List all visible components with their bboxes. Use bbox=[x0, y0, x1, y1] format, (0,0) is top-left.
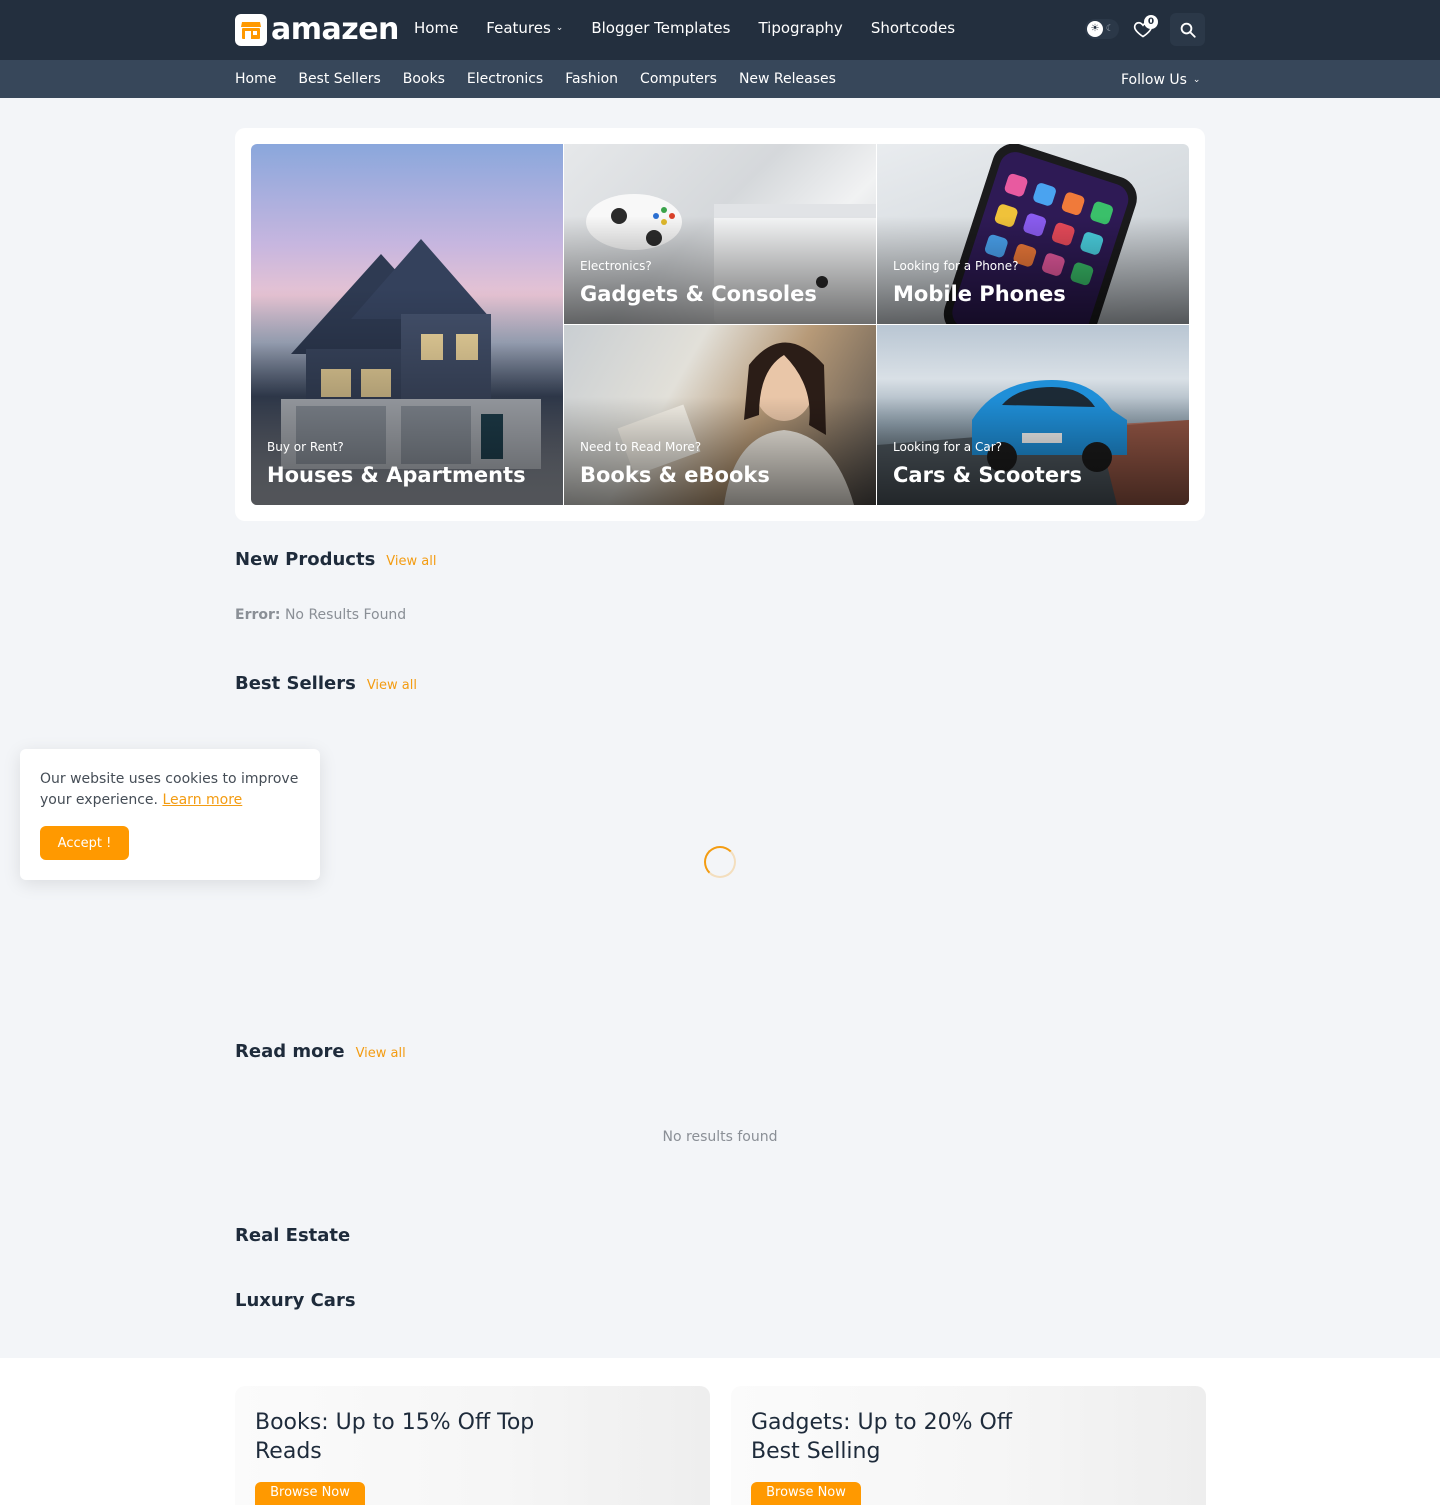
section-real-estate: Real Estate bbox=[235, 1224, 350, 1248]
store-icon bbox=[235, 14, 267, 46]
tile-title: Mobile Phones bbox=[893, 282, 1066, 306]
sub-nav-bar: Home Best Sellers Books Electronics Fash… bbox=[0, 60, 1440, 98]
nav-tipography-label: Tipography bbox=[758, 19, 843, 37]
section-title: Luxury Cars bbox=[235, 1290, 356, 1311]
tile-title: Houses & Apartments bbox=[267, 463, 526, 487]
subnav-best-sellers[interactable]: Best Sellers bbox=[298, 69, 380, 89]
section-title: Best Sellers bbox=[235, 673, 356, 694]
theme-toggle[interactable]: ☀ ☾ bbox=[1085, 19, 1119, 39]
subnav-fashion[interactable]: Fashion bbox=[565, 69, 618, 89]
nav-shortcodes-label: Shortcodes bbox=[870, 19, 956, 37]
promo-title: Gadgets: Up to 20% Off Best Selling bbox=[751, 1410, 1012, 1464]
chevron-down-icon: ⌄ bbox=[1192, 75, 1201, 85]
error-message: Error: No Results Found bbox=[235, 606, 406, 624]
tile-title: Books & eBooks bbox=[580, 463, 770, 487]
hero-tile-phones[interactable]: Looking for a Phone? Mobile Phones bbox=[877, 144, 1189, 324]
moon-icon: ☾ bbox=[1105, 24, 1114, 34]
nav-blogger-templates-label: Blogger Templates bbox=[591, 19, 731, 37]
sub-nav: Home Best Sellers Books Electronics Fash… bbox=[235, 69, 858, 89]
tile-title: Gadgets & Consoles bbox=[580, 282, 817, 306]
subnav-new-releases[interactable]: New Releases bbox=[739, 69, 836, 89]
section-read-more: Read more View all bbox=[235, 1040, 406, 1064]
loading-spinner bbox=[704, 846, 736, 878]
nav-home[interactable]: Home bbox=[414, 18, 458, 38]
tile-kicker: Looking for a Phone? bbox=[893, 259, 1019, 273]
hero-tile-houses[interactable]: Buy or Rent? Houses & Apartments bbox=[251, 144, 563, 505]
follow-us-label: Follow Us bbox=[1121, 72, 1187, 88]
sun-icon: ☀ bbox=[1087, 21, 1103, 37]
tile-kicker: Electronics? bbox=[580, 259, 652, 273]
view-all-link[interactable]: View all bbox=[367, 678, 417, 693]
view-all-link[interactable]: View all bbox=[356, 1046, 406, 1061]
promo-band bbox=[0, 1358, 1440, 1505]
promo-title: Books: Up to 15% Off Top Reads bbox=[255, 1410, 535, 1464]
search-icon bbox=[1180, 22, 1196, 38]
subnav-computers[interactable]: Computers bbox=[640, 69, 717, 89]
subnav-home[interactable]: Home bbox=[235, 69, 276, 89]
nav-shortcodes[interactable]: Shortcodes bbox=[871, 18, 955, 38]
section-title: Read more bbox=[235, 1041, 345, 1062]
tile-kicker: Looking for a Car? bbox=[893, 440, 1002, 454]
browse-now-button[interactable]: Browse Now bbox=[751, 1482, 861, 1505]
follow-us-dropdown[interactable]: Follow Us ⌄ bbox=[1121, 70, 1200, 90]
hero-tile-books[interactable]: Need to Read More? Books & eBooks bbox=[564, 325, 876, 505]
hero-tile-cars[interactable]: Looking for a Car? Cars & Scooters bbox=[877, 325, 1189, 505]
hero-tile-gadgets[interactable]: Electronics? Gadgets & Consoles bbox=[564, 144, 876, 324]
subnav-electronics[interactable]: Electronics bbox=[467, 69, 543, 89]
subnav-books[interactable]: Books bbox=[403, 69, 445, 89]
nav-tipography[interactable]: Tipography bbox=[758, 18, 842, 38]
accept-cookies-button[interactable]: Accept ! bbox=[40, 826, 129, 860]
learn-more-link[interactable]: Learn more bbox=[162, 792, 242, 808]
cookie-consent: Our website uses cookies to improve your… bbox=[20, 749, 320, 880]
chevron-down-icon: ⌄ bbox=[555, 23, 564, 33]
top-header: amazen Home Features ⌄ Blogger Templates … bbox=[0, 0, 1440, 60]
main-nav: Home Features ⌄ Blogger Templates Tipogra… bbox=[414, 18, 983, 38]
nav-features-label: Features bbox=[486, 19, 551, 37]
nav-blogger-templates[interactable]: Blogger Templates bbox=[591, 18, 730, 38]
section-title: Real Estate bbox=[235, 1225, 351, 1246]
view-all-link[interactable]: View all bbox=[386, 554, 436, 569]
error-text: No Results Found bbox=[284, 607, 407, 623]
logo-text: amazen bbox=[271, 12, 399, 47]
section-title: New Products bbox=[235, 549, 376, 570]
hero-category-grid: Buy or Rent? Houses & Apartments Electro… bbox=[235, 128, 1205, 521]
error-label: Error: bbox=[235, 607, 281, 623]
site-logo[interactable]: amazen bbox=[235, 14, 399, 46]
search-button[interactable] bbox=[1170, 13, 1205, 46]
tile-kicker: Need to Read More? bbox=[580, 440, 702, 454]
tile-kicker: Buy or Rent? bbox=[267, 440, 344, 454]
nav-features[interactable]: Features ⌄ bbox=[486, 18, 563, 38]
nav-home-label: Home bbox=[414, 19, 459, 37]
promo-books: Books: Up to 15% Off Top Reads Browse No… bbox=[235, 1386, 710, 1505]
wishlist-count-badge: 0 bbox=[1144, 15, 1158, 29]
browse-now-button[interactable]: Browse Now bbox=[255, 1482, 365, 1505]
promo-gadgets: Gadgets: Up to 20% Off Best Selling Brow… bbox=[731, 1386, 1206, 1505]
section-best-sellers: Best Sellers View all bbox=[235, 672, 417, 696]
tile-title: Cars & Scooters bbox=[893, 463, 1082, 487]
no-results-message: No results found bbox=[662, 1129, 778, 1145]
cookie-message: Our website uses cookies to improve your… bbox=[40, 769, 300, 811]
section-luxury-cars: Luxury Cars bbox=[235, 1289, 356, 1313]
section-new-products: New Products View all bbox=[235, 548, 436, 572]
